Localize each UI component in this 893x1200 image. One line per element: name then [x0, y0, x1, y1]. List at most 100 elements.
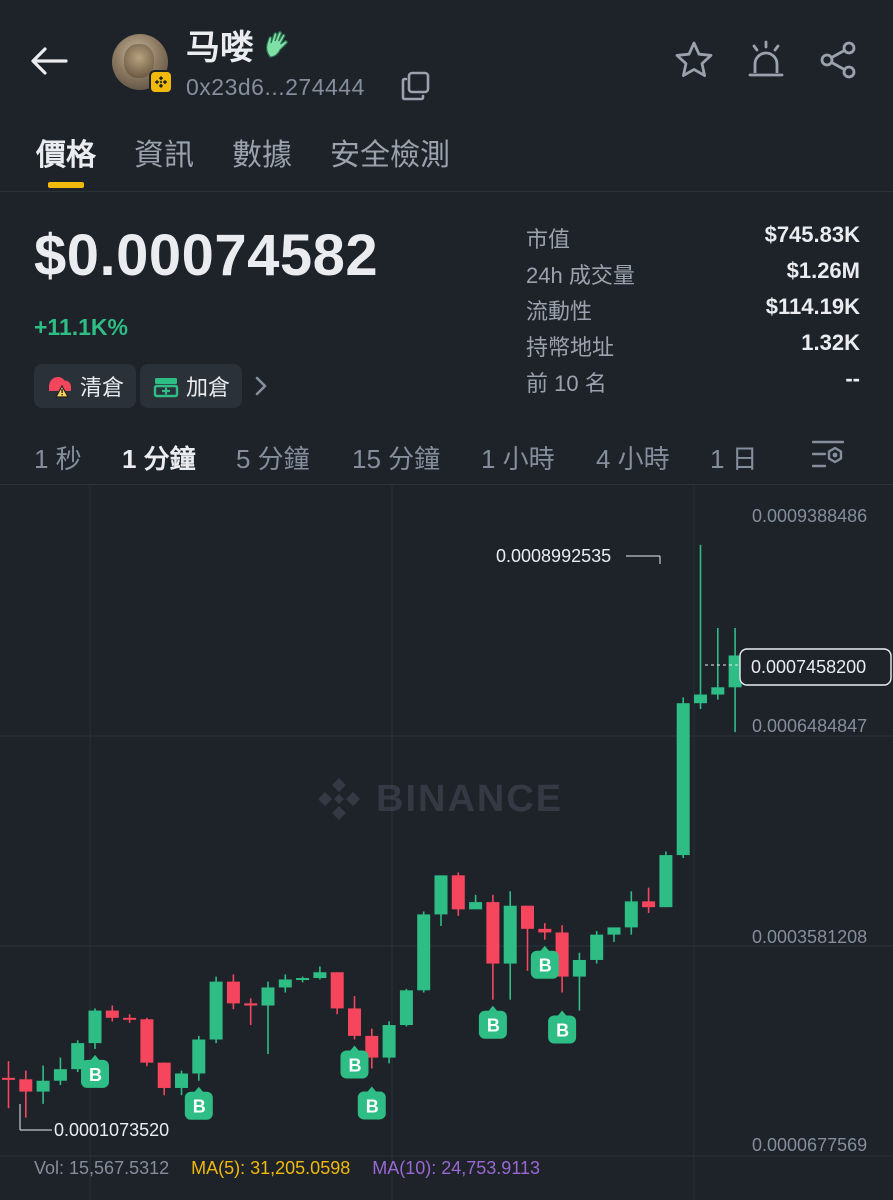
candle-body — [417, 914, 431, 991]
candle-body — [659, 855, 673, 908]
candle-body — [278, 979, 292, 988]
interval-1s[interactable]: 1 秒 — [34, 439, 82, 476]
tab-security-check[interactable]: 安全檢測 — [330, 130, 450, 174]
candle-body — [53, 1069, 67, 1081]
tab-info[interactable]: 資訊 — [134, 130, 194, 174]
stat-label: 流動性 — [526, 299, 593, 324]
tab-data[interactable]: 數據 — [232, 130, 292, 174]
candle-body — [175, 1073, 188, 1088]
candle-body — [19, 1079, 33, 1092]
chart-settings-icon — [811, 440, 845, 468]
interval-1d[interactable]: 1 日 — [710, 439, 758, 476]
share-button[interactable] — [818, 40, 858, 80]
y-tick-label: 0.0006484847 — [752, 716, 867, 736]
back-arrow-icon — [31, 47, 68, 75]
candle-body — [313, 972, 327, 979]
interval-1h[interactable]: 1 小時 — [481, 439, 555, 476]
interval-5m[interactable]: 5 分鐘 — [236, 439, 310, 476]
interval-selector: 1 秒 1 分鐘 5 分鐘 15 分鐘 1 小時 4 小時 1 日 — [0, 425, 893, 485]
share-icon — [820, 41, 856, 79]
candles-group — [2, 544, 742, 1118]
buy-marker-label: B — [366, 1096, 379, 1116]
candle-body — [624, 901, 638, 928]
back-button[interactable] — [28, 40, 70, 82]
add-position-label: 加倉 — [186, 375, 231, 400]
candle-body — [399, 990, 413, 1026]
price-chart[interactable]: 0.0009388486 0.0006484847 0.0003581208 0… — [0, 486, 893, 1200]
candle-body — [503, 905, 517, 964]
stat-label: 市值 — [526, 227, 571, 252]
interval-1m[interactable]: 1 分鐘 — [122, 439, 196, 476]
candle-body — [590, 934, 604, 960]
star-icon — [675, 41, 713, 77]
clear-position-label: 清倉 — [80, 375, 125, 400]
volume-label: Vol: 15,567.5312 — [34, 1158, 170, 1178]
stat-value: -- — [845, 366, 860, 391]
add-position-icon — [153, 378, 179, 398]
chart-settings-button[interactable] — [810, 437, 846, 471]
y-tick-label: 0.0003581208 — [752, 927, 867, 947]
active-tab-indicator — [48, 182, 84, 188]
candle-body — [140, 1019, 154, 1063]
candle-body — [572, 959, 586, 977]
y-tick-label: 0.0000677569 — [752, 1135, 867, 1155]
token-stats: 市值 $745.83K 24h 成交量 $1.26M 流動性 $114.19K … — [526, 222, 860, 402]
buy-markers-group: BBBBBBB — [81, 945, 577, 1120]
binance-logo-icon — [318, 778, 360, 820]
buy-marker[interactable]: B — [81, 1054, 109, 1088]
favorite-star-button[interactable] — [674, 40, 714, 80]
buy-marker[interactable]: B — [340, 1045, 369, 1079]
low-price-annotation: 0.0001073520 — [19, 1104, 169, 1140]
price-alert-button[interactable] — [746, 40, 786, 80]
buy-marker[interactable]: B — [478, 1005, 507, 1039]
stat-row-holders: 持幣地址 1.32K — [526, 330, 860, 366]
stat-value: $114.19K — [765, 294, 860, 319]
buy-marker[interactable]: B — [548, 1010, 577, 1044]
candle-body — [105, 1010, 119, 1018]
candle-body — [2, 1077, 15, 1080]
ma10-label: MA(10): 24,753.9113 — [372, 1158, 541, 1178]
buy-marker[interactable]: B — [184, 1086, 213, 1120]
stat-value: $1.26M — [786, 258, 860, 283]
indicator-legend: Vol: 15,567.5312 MA(5): 31,205.0598 MA(1… — [34, 1158, 540, 1179]
candlestick-chart-svg: 0.0009388486 0.0006484847 0.0003581208 0… — [0, 486, 893, 1200]
chevron-right-icon — [255, 376, 267, 396]
candle-body — [382, 1025, 396, 1058]
candle-body — [486, 902, 500, 964]
candle-body — [607, 927, 621, 935]
token-address: 0x23d6...274444 — [186, 74, 365, 100]
buy-marker[interactable]: B — [530, 945, 559, 979]
verified-hand-icon — [266, 30, 288, 58]
clear-position-button[interactable]: 清倉 — [34, 364, 137, 408]
candle-body — [36, 1080, 50, 1092]
copy-address-button[interactable] — [400, 70, 432, 102]
candle-body — [209, 981, 223, 1040]
detail-tabs: 價格 資訊 數據 安全檢測 — [0, 120, 893, 192]
candle-body — [123, 1017, 137, 1020]
interval-4h[interactable]: 4 小時 — [596, 439, 670, 476]
stat-row-top10: 前 10 名 -- — [526, 366, 860, 402]
candle-body — [711, 687, 725, 695]
current-price-label: 0.0007458200 — [751, 657, 866, 677]
alert-siren-icon — [748, 40, 784, 77]
token-header: 马喽 0x23d6...274444 — [0, 0, 893, 120]
candle-body — [521, 905, 534, 929]
stat-label: 持幣地址 — [526, 335, 615, 360]
current-price: $0.00074582 — [34, 223, 379, 288]
candle-body — [538, 928, 552, 933]
buy-marker-label: B — [539, 956, 552, 976]
candle-body — [676, 703, 690, 856]
stat-label: 24h 成交量 — [526, 263, 635, 288]
more-actions-button[interactable] — [250, 374, 272, 398]
stat-row-liquidity: 流動性 $114.19K — [526, 294, 860, 330]
candle-body — [348, 1008, 361, 1036]
candle-body — [330, 972, 344, 1009]
buy-marker-label: B — [487, 1016, 500, 1036]
candle-body — [694, 694, 707, 704]
interval-15m[interactable]: 15 分鐘 — [352, 439, 440, 476]
tab-price[interactable]: 價格 — [36, 130, 96, 174]
candle-body — [244, 1003, 258, 1006]
add-position-button[interactable]: 加倉 — [140, 364, 243, 408]
buy-marker-label: B — [556, 1020, 569, 1040]
buy-marker[interactable]: B — [357, 1086, 386, 1120]
